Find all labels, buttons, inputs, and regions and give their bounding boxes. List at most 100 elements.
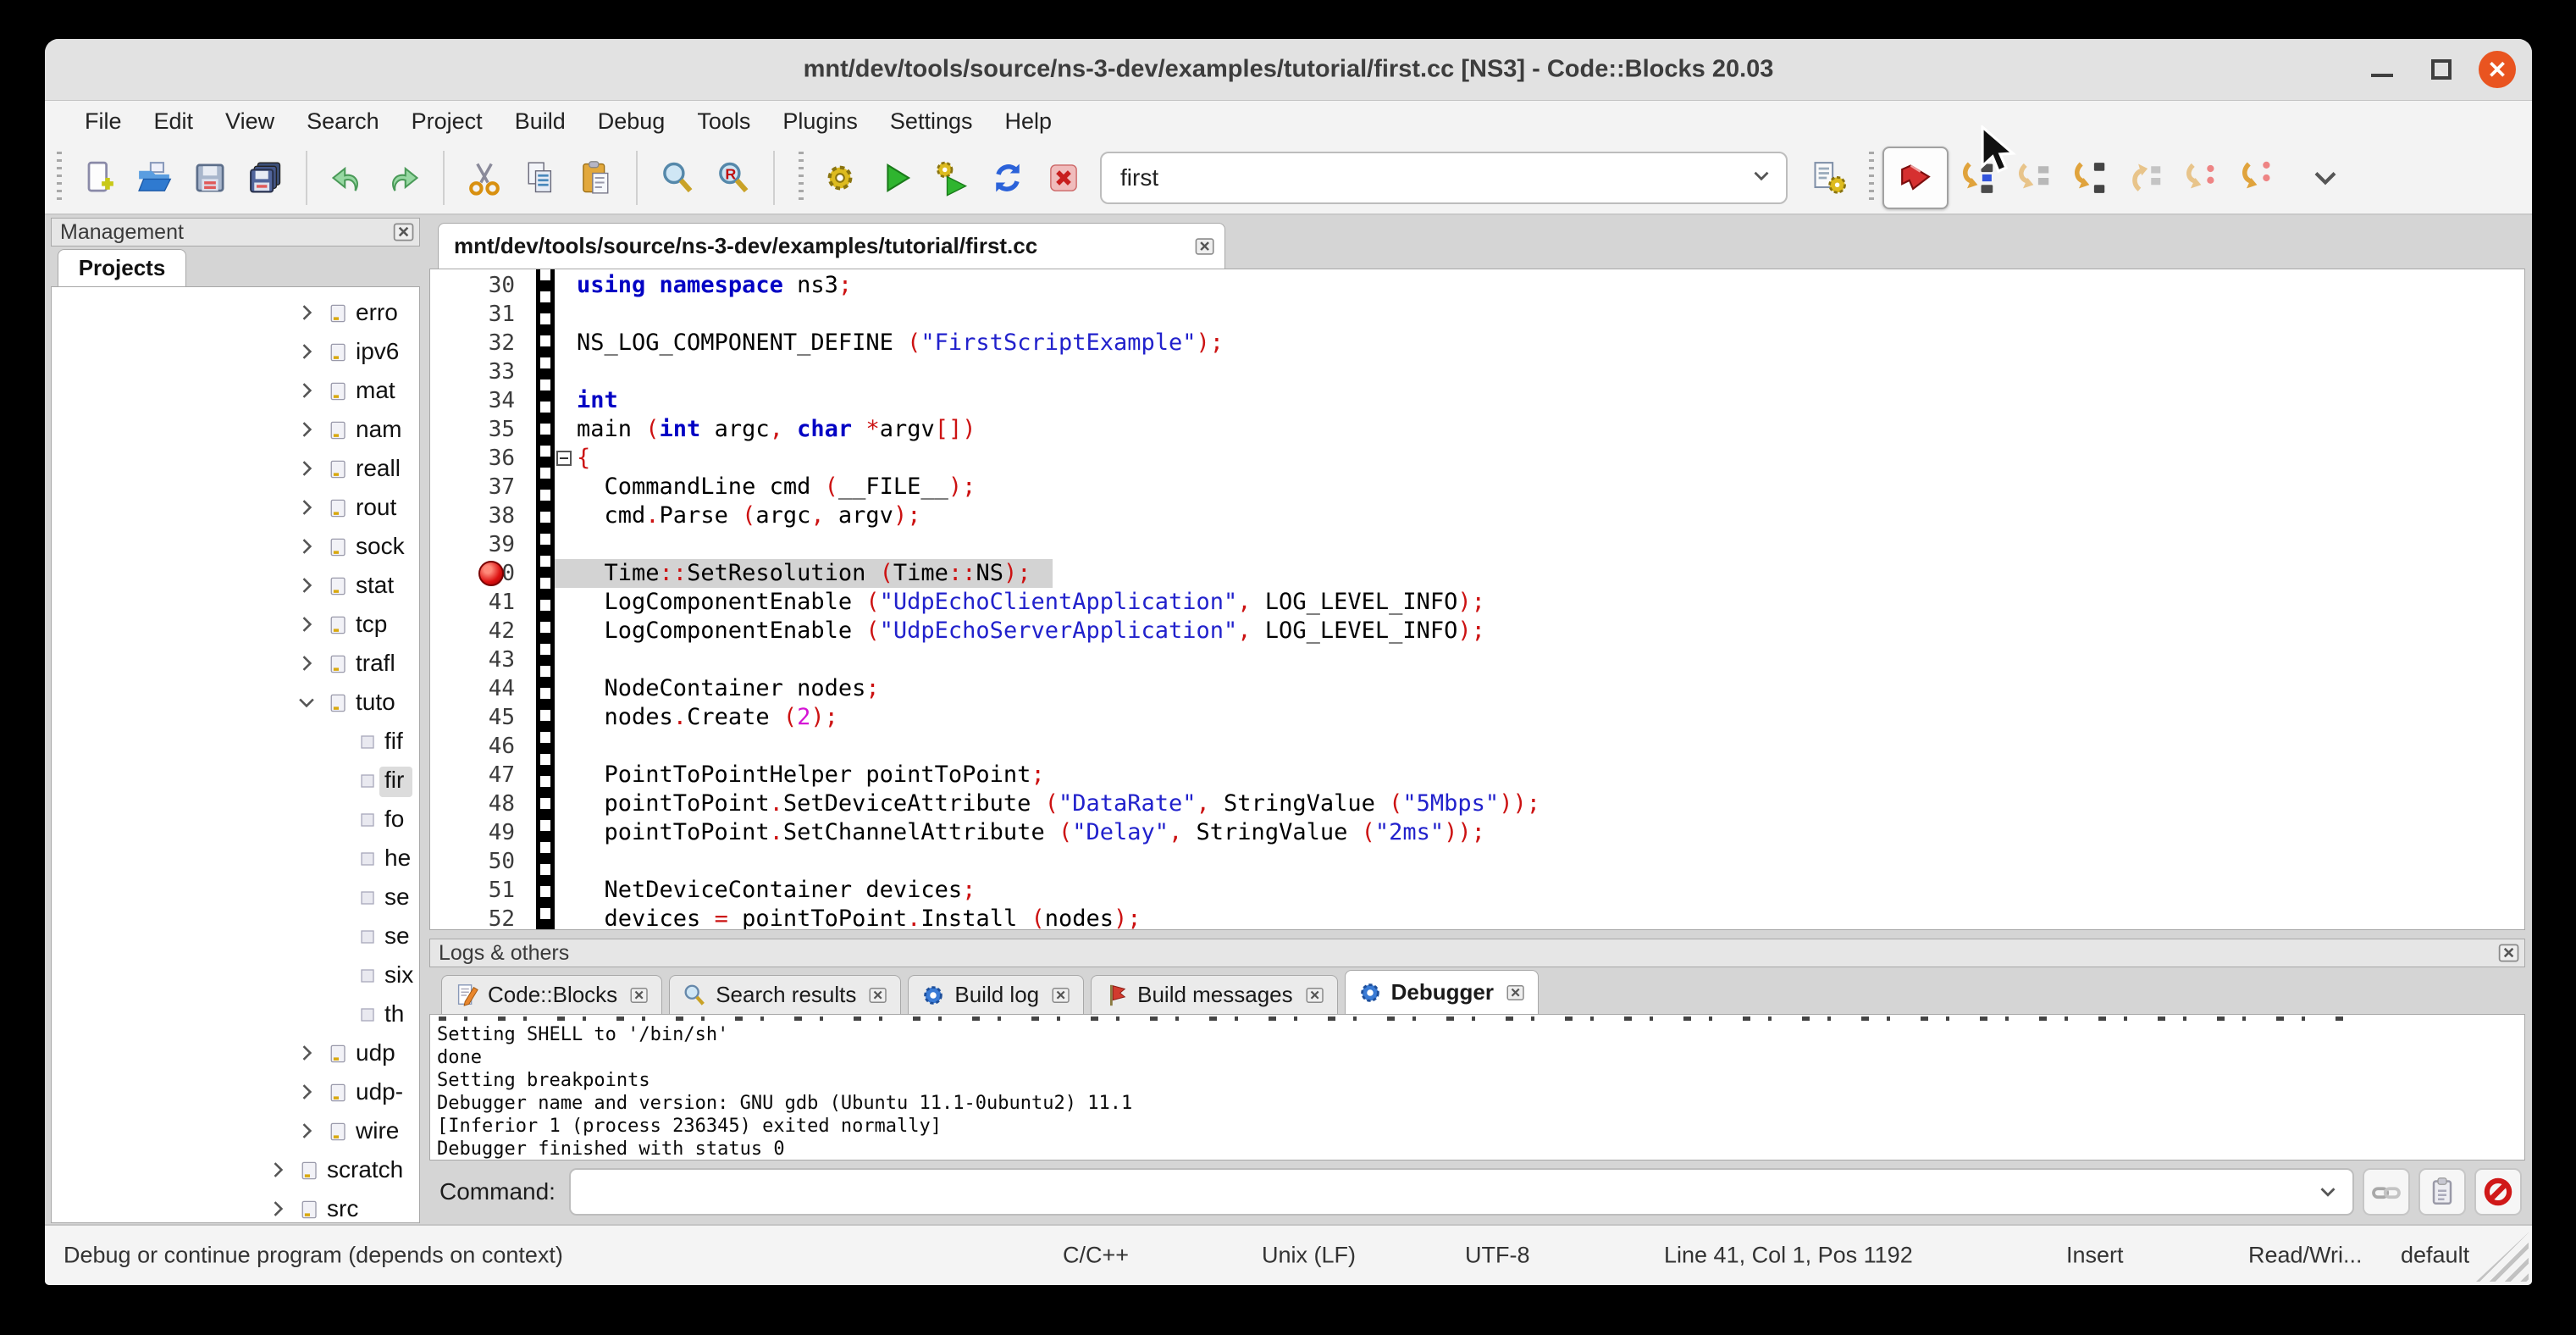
tab-close-icon[interactable] bbox=[1051, 985, 1071, 1005]
script-properties-button[interactable] bbox=[1801, 148, 1857, 208]
tree-item-udp[interactable]: udp bbox=[52, 1034, 419, 1073]
line-number[interactable]: 31 bbox=[430, 300, 515, 329]
tab-close-icon[interactable] bbox=[1506, 983, 1526, 1003]
line-number[interactable]: 41 bbox=[430, 588, 515, 617]
attach-button[interactable] bbox=[2363, 1168, 2410, 1216]
tree-item-tuto[interactable]: tuto bbox=[52, 684, 419, 723]
line-number[interactable]: 49 bbox=[430, 818, 515, 847]
abort-button[interactable] bbox=[1036, 148, 1092, 208]
line-number[interactable]: 33 bbox=[430, 357, 515, 386]
redo-button[interactable] bbox=[375, 148, 431, 208]
toolbar-gripper[interactable] bbox=[1869, 152, 1874, 204]
line-number[interactable]: 51 bbox=[430, 876, 515, 905]
save-all-button[interactable] bbox=[238, 148, 294, 208]
resize-grip[interactable] bbox=[2476, 1233, 2529, 1282]
tree-item-tcp[interactable]: tcp bbox=[52, 606, 419, 645]
tree-item-mat[interactable]: mat bbox=[52, 372, 419, 411]
chevron-down-icon[interactable] bbox=[2315, 1179, 2341, 1205]
tree-item-nam[interactable]: nam bbox=[52, 411, 419, 450]
tree-item-se[interactable]: se bbox=[52, 878, 419, 917]
tree-item-scratch[interactable]: scratch bbox=[52, 1151, 419, 1190]
line-number[interactable]: 46 bbox=[430, 732, 515, 761]
tree-item-th[interactable]: th bbox=[52, 995, 419, 1034]
line-number[interactable]: 34 bbox=[430, 386, 515, 415]
tree-item-six[interactable]: six bbox=[52, 956, 419, 995]
line-number[interactable]: 44 bbox=[430, 674, 515, 703]
tree-item-reall[interactable]: reall bbox=[52, 450, 419, 489]
tree-item-sock[interactable]: sock bbox=[52, 528, 419, 567]
cut-button[interactable] bbox=[456, 148, 512, 208]
tree-item-he[interactable]: he bbox=[52, 839, 419, 878]
management-close-button[interactable] bbox=[392, 220, 416, 244]
fold-marker[interactable] bbox=[556, 451, 572, 466]
tree-item-wire[interactable]: wire bbox=[52, 1112, 419, 1151]
menu-edit[interactable]: Edit bbox=[138, 108, 210, 135]
tree-item-fif[interactable]: fif bbox=[52, 723, 419, 762]
tree-item-udp[interactable]: udp- bbox=[52, 1073, 419, 1112]
debugger-output[interactable]: Setting SHELL to '/bin/sh'doneSetting br… bbox=[429, 1015, 2525, 1161]
tree-item-stat[interactable]: stat bbox=[52, 567, 419, 606]
menu-file[interactable]: File bbox=[69, 108, 138, 135]
next-instruction-button[interactable] bbox=[2172, 148, 2228, 208]
open-file-button[interactable] bbox=[126, 148, 182, 208]
close-button[interactable]: ✕ bbox=[2479, 51, 2516, 88]
copy-log-button[interactable] bbox=[2418, 1168, 2466, 1216]
menu-debug[interactable]: Debug bbox=[582, 108, 682, 135]
line-number[interactable]: 36 bbox=[430, 444, 515, 473]
build-and-run-button[interactable] bbox=[924, 148, 980, 208]
menu-build[interactable]: Build bbox=[499, 108, 582, 135]
editor-tab-close-button[interactable] bbox=[1194, 235, 1216, 258]
line-number[interactable]: 43 bbox=[430, 645, 515, 674]
save-button[interactable] bbox=[182, 148, 238, 208]
build-button[interactable] bbox=[812, 148, 868, 208]
tree-item-rout[interactable]: rout bbox=[52, 489, 419, 528]
line-number[interactable]: 42 bbox=[430, 617, 515, 645]
tab-projects[interactable]: Projects bbox=[58, 249, 186, 286]
tree-item-trafl[interactable]: trafl bbox=[52, 645, 419, 684]
logs-close-button[interactable] bbox=[2497, 941, 2521, 965]
tree-item-erro[interactable]: erro bbox=[52, 294, 419, 333]
line-number[interactable]: 39 bbox=[430, 530, 515, 559]
step-into-instruction-button[interactable] bbox=[2228, 148, 2284, 208]
tree-item-fo[interactable]: fo bbox=[52, 800, 419, 839]
breakpoint-margin[interactable] bbox=[536, 269, 555, 929]
editor-tab-first-cc[interactable]: mnt/dev/tools/source/ns-3-dev/examples/t… bbox=[438, 223, 1225, 269]
line-number[interactable]: 32 bbox=[430, 329, 515, 357]
toolbar-gripper[interactable] bbox=[799, 152, 804, 204]
tree-item-se[interactable]: se bbox=[52, 917, 419, 956]
menu-view[interactable]: View bbox=[209, 108, 290, 135]
new-file-button[interactable] bbox=[70, 148, 126, 208]
replace-button[interactable]: R bbox=[705, 148, 761, 208]
undo-button[interactable] bbox=[319, 148, 375, 208]
horizontal-splitter[interactable] bbox=[429, 930, 2525, 939]
find-button[interactable] bbox=[650, 148, 705, 208]
menu-tools[interactable]: Tools bbox=[681, 108, 766, 135]
chevron-down-button[interactable] bbox=[2297, 148, 2353, 208]
line-number[interactable]: 37 bbox=[430, 473, 515, 501]
build-target-combobox[interactable]: first bbox=[1100, 152, 1788, 204]
tab-close-icon[interactable] bbox=[1305, 985, 1325, 1005]
paste-button[interactable] bbox=[568, 148, 624, 208]
menu-search[interactable]: Search bbox=[290, 108, 395, 135]
rebuild-button[interactable] bbox=[980, 148, 1036, 208]
tab-close-icon[interactable] bbox=[629, 985, 650, 1005]
line-number[interactable]: 50 bbox=[430, 847, 515, 876]
breakpoint-marker[interactable] bbox=[478, 561, 504, 586]
line-number[interactable]: 48 bbox=[430, 789, 515, 818]
step-into-button[interactable] bbox=[2060, 148, 2116, 208]
menu-help[interactable]: Help bbox=[988, 108, 1068, 135]
command-combobox[interactable] bbox=[569, 1168, 2354, 1216]
tab-close-icon[interactable] bbox=[868, 985, 888, 1005]
line-number[interactable]: 38 bbox=[430, 501, 515, 530]
debug-continue-button[interactable] bbox=[1882, 147, 1949, 209]
logs-tab-build-log[interactable]: Build log bbox=[908, 975, 1084, 1014]
line-number[interactable]: 47 bbox=[430, 761, 515, 789]
line-number[interactable]: 52 bbox=[430, 905, 515, 930]
menu-plugins[interactable]: Plugins bbox=[766, 108, 874, 135]
code-editor[interactable]: 30using namespace ns3;3132NS_LOG_COMPONE… bbox=[429, 269, 2525, 930]
copy-button[interactable] bbox=[512, 148, 568, 208]
stop-debugger-button[interactable] bbox=[2474, 1168, 2522, 1216]
minimize-button[interactable] bbox=[2363, 51, 2401, 88]
logs-tab-build-messages[interactable]: Build messages bbox=[1091, 975, 1338, 1014]
menu-project[interactable]: Project bbox=[395, 108, 499, 135]
